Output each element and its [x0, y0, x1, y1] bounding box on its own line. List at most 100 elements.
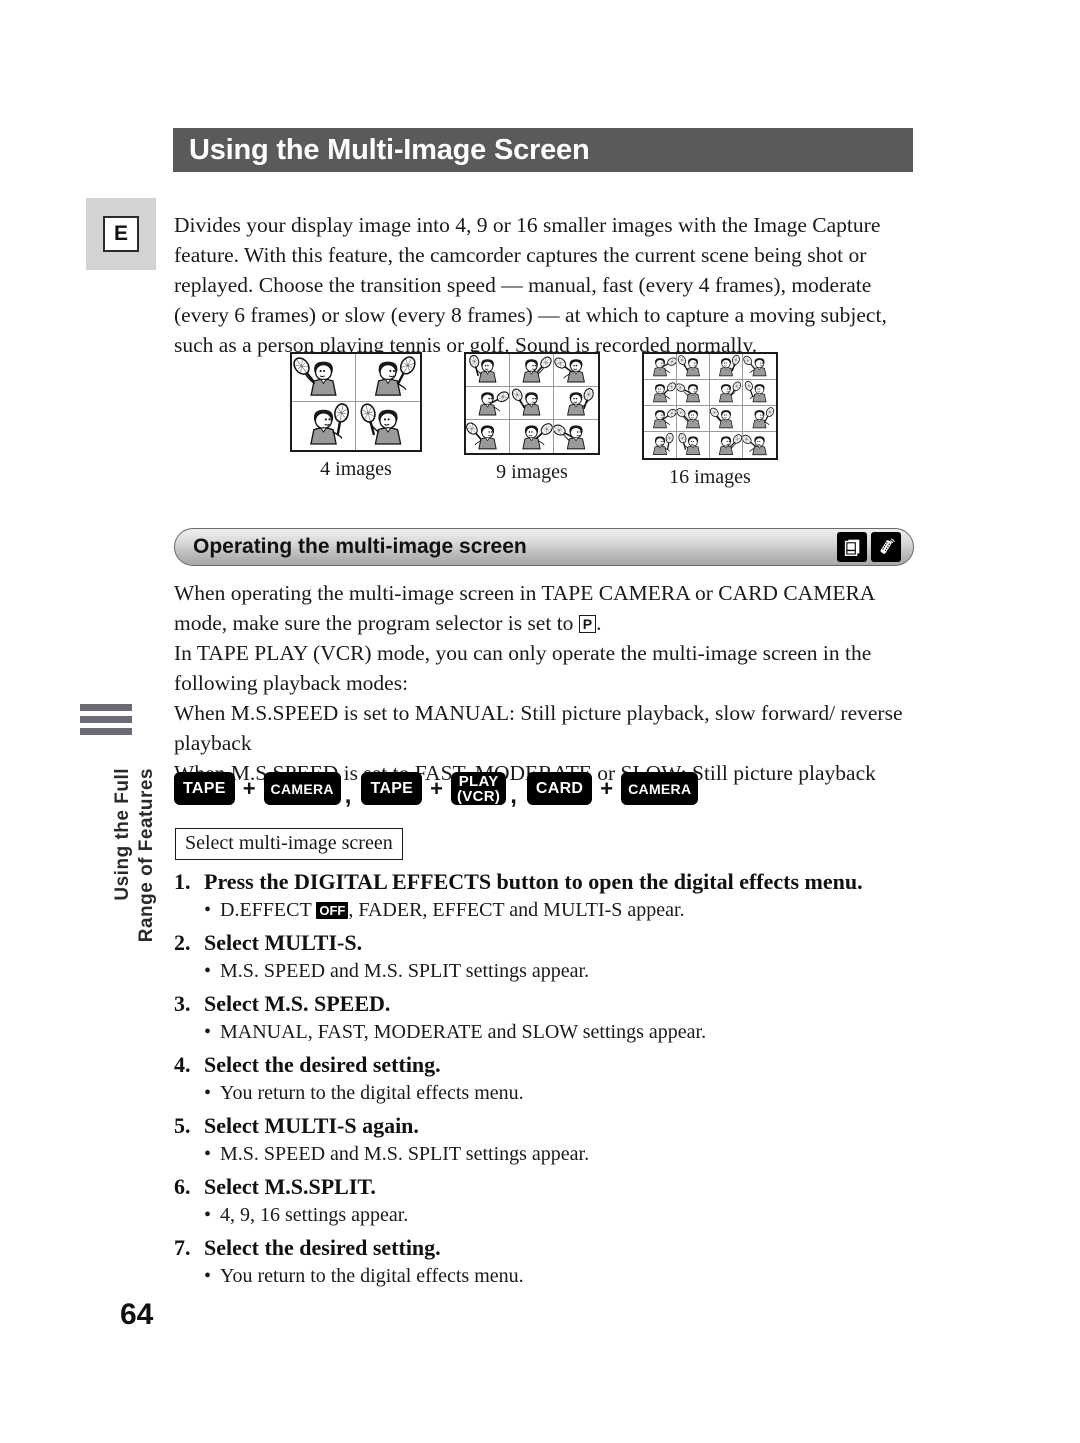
figure-16-images: 16 images: [642, 352, 778, 489]
mode-badge-play-vcr: PLAY (VCR): [451, 772, 507, 805]
remote-control-icon: [871, 532, 901, 562]
sidebar-mark: [80, 728, 132, 735]
section-body-text: When operating the multi-image screen in…: [174, 581, 875, 635]
step-bullet: • M.S. SPEED and M.S. SPLIT settings appe…: [174, 1140, 922, 1168]
image-grid-cell: [510, 354, 554, 387]
image-grid-cell: [677, 432, 710, 458]
step-title: Select M.S. SPEED.: [204, 991, 391, 1016]
bullet-glyph: •: [204, 1143, 212, 1165]
step-title: Select the desired setting.: [204, 1052, 441, 1077]
image-grid-4: [290, 352, 422, 452]
mode-badge-tape-2: TAPE: [361, 772, 423, 805]
figure-4-images: 4 images: [290, 352, 422, 481]
figure-9-images: 9 images: [464, 352, 600, 484]
bullet-text: You return to the digital effects menu.: [220, 1082, 524, 1104]
step-bullet: • MANUAL, FAST, MODERATE and SLOW setting…: [174, 1018, 922, 1046]
mode-badge-play-line1: PLAY: [458, 772, 499, 790]
section-body: When operating the multi-image screen in…: [174, 578, 922, 788]
image-grid-cell: [466, 420, 510, 453]
sidebar-mark: [80, 704, 132, 711]
step-title: Select M.S.SPLIT.: [204, 1174, 376, 1199]
bullet-glyph: •: [204, 1204, 212, 1226]
step-bullet: • You return to the digital effects menu.: [174, 1079, 922, 1107]
step-title: Press the DIGITAL EFFECTS button to open…: [204, 869, 863, 894]
image-grid-cell: [677, 406, 710, 432]
step-title: Select MULTI-S.: [204, 930, 363, 955]
image-grid-cell: [677, 380, 710, 406]
mode-badge-camera-1: CAMERA: [263, 772, 341, 805]
section-title: Operating the multi-image screen: [193, 535, 527, 558]
step-heading: 4. Select the desired setting.: [174, 1051, 922, 1079]
bullet-text: M.S. SPEED and M.S. SPLIT settings appea…: [220, 960, 590, 982]
step-number: 2.: [174, 930, 191, 955]
image-grid-cell: [677, 354, 710, 380]
sidebar-mark: [80, 716, 132, 723]
sidebar-label-line2: Range of Features: [136, 768, 157, 943]
plus-sign: +: [600, 775, 614, 801]
step-heading: 6. Select M.S.SPLIT.: [174, 1173, 922, 1201]
image-grid-cell: [466, 354, 510, 387]
section-header-bar: Operating the multi-image screen: [174, 528, 914, 566]
page-title-bar: Using the Multi-Image Screen: [173, 128, 913, 172]
figure-caption: 4 images: [320, 458, 392, 480]
image-grid-cell: [743, 406, 776, 432]
image-grid-cell: [710, 380, 743, 406]
bullet-glyph: •: [204, 960, 212, 982]
page-title: Using the Multi-Image Screen: [189, 133, 590, 166]
step-number: 6.: [174, 1174, 191, 1199]
image-grid-cell: [554, 354, 598, 387]
image-grid-cell: [510, 387, 554, 420]
step-title: Select the desired setting.: [204, 1235, 441, 1260]
image-grid-cell: [292, 354, 356, 402]
bullet-glyph: •: [204, 1082, 212, 1104]
step-title: Select MULTI-S again.: [204, 1113, 419, 1138]
image-grid-cell: [710, 432, 743, 458]
section-body-line: In TAPE PLAY (VCR) mode, you can only op…: [174, 641, 872, 695]
step-heading: 2. Select MULTI-S.: [174, 929, 922, 957]
step-heading: 5. Select MULTI-S again.: [174, 1112, 922, 1140]
image-grid-9: [464, 352, 600, 455]
section-body-line: When operating the multi-image screen in…: [174, 578, 922, 638]
step-number: 4.: [174, 1052, 191, 1077]
procedure-step: 1. Press the DIGITAL EFFECTS button to op…: [174, 868, 922, 924]
procedure-step: 5. Select MULTI-S again. • M.S. SPEED and M…: [174, 1112, 922, 1168]
procedure-step: 4. Select the desired setting. • You return…: [174, 1051, 922, 1107]
image-grid-cell: [644, 354, 677, 380]
bullet-glyph: •: [204, 1265, 212, 1287]
section-body-line: When M.S.SPEED is set to MANUAL: Still p…: [174, 701, 903, 755]
step-bullet: • You return to the digital effects menu.: [174, 1262, 922, 1290]
procedure-step: 3. Select M.S. SPEED. • MANUAL, FAST, MODER…: [174, 990, 922, 1046]
mode-separator: ,: [344, 782, 352, 809]
mode-badge-play-line2: (VCR): [457, 787, 501, 805]
image-grid-cell: [644, 432, 677, 458]
step-heading: 7. Select the desired setting.: [174, 1234, 922, 1262]
section-icon-group: [837, 532, 913, 562]
language-tab-label: E: [103, 216, 139, 252]
figure-caption: 9 images: [496, 461, 568, 483]
bullet-glyph: •: [204, 1021, 212, 1043]
sidebar-marks: [80, 704, 132, 740]
bullet-text: You return to the digital effects menu.: [220, 1265, 524, 1287]
image-grid-cell: [292, 402, 356, 450]
bullet-glyph: •: [204, 899, 212, 921]
step-bullet: • D.EFFECT OFF, FADER, EFFECT and MULTI-S…: [174, 896, 922, 924]
image-grid-cell: [743, 432, 776, 458]
page-number: 64: [120, 1298, 154, 1331]
image-grid-cell: [644, 380, 677, 406]
figure-group: 4 images 9 images 16 images: [290, 352, 790, 489]
bullet-text: MANUAL, FAST, MODERATE and SLOW settings…: [220, 1021, 707, 1043]
plus-sign: +: [430, 775, 444, 801]
image-grid-cell: [710, 406, 743, 432]
step-number: 1.: [174, 869, 191, 894]
step-heading: 3. Select M.S. SPEED.: [174, 990, 922, 1018]
language-tab: E: [86, 198, 156, 270]
step-bullet: • 4, 9, 16 settings appear.: [174, 1201, 922, 1229]
mode-badge-tape-1: TAPE: [174, 772, 235, 805]
image-grid-16: [642, 352, 778, 460]
memory-card-icon: [837, 532, 867, 562]
select-multi-image-screen-caption: Select multi-image screen: [175, 828, 403, 860]
section-body-text-after: .: [596, 611, 602, 635]
image-grid-cell: [466, 387, 510, 420]
bullet-text-after: , FADER, EFFECT and MULTI-S appear.: [348, 899, 685, 921]
program-selector-p-icon: P: [578, 614, 597, 633]
